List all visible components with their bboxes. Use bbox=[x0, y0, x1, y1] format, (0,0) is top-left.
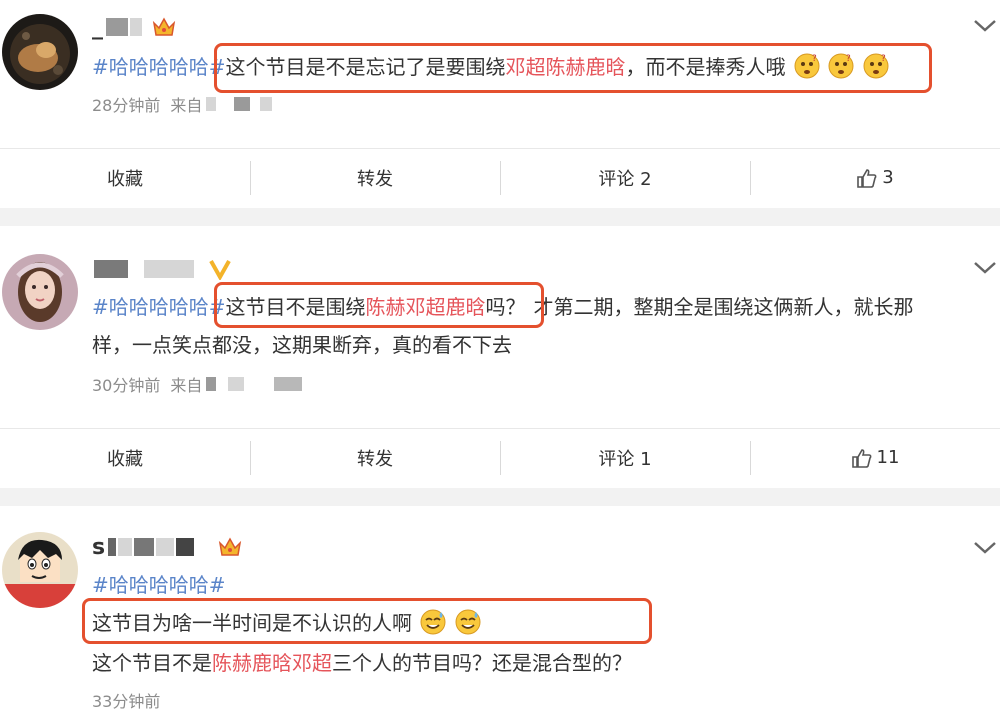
crown-icon bbox=[218, 537, 242, 556]
redacted-name bbox=[134, 538, 155, 556]
redacted-source bbox=[234, 97, 251, 111]
post-meta: 28分钟前 来自 bbox=[92, 92, 273, 116]
comment-text-line2: 这个节目不是陈赫鹿晗邓超三个人的节目吗？还是混合型的？ bbox=[92, 651, 632, 675]
user-row: _ bbox=[92, 12, 176, 42]
redacted-source bbox=[274, 377, 303, 391]
redacted-name bbox=[94, 260, 128, 278]
redacted-name bbox=[156, 538, 175, 556]
crown-icon bbox=[152, 17, 176, 36]
redacted-name bbox=[106, 18, 128, 36]
comment-button[interactable]: 评论 1 bbox=[500, 429, 750, 486]
user-name[interactable]: _ bbox=[92, 15, 104, 40]
post-source: 来自 bbox=[170, 96, 203, 115]
chevron-down-icon[interactable] bbox=[972, 18, 998, 34]
avatar[interactable] bbox=[2, 14, 78, 90]
thumbs-up-icon bbox=[857, 168, 877, 188]
comment-post-2: #哈哈哈哈哈#这节目不是围绕陈赫邓超鹿晗吗？ 才第二期，整期全是围绕这俩新人，就长… bbox=[0, 226, 1000, 488]
annotation-box bbox=[214, 43, 932, 93]
redacted-name bbox=[130, 18, 142, 36]
like-button[interactable]: 11 bbox=[750, 429, 1000, 486]
comment-button[interactable]: 评论 2 bbox=[500, 149, 750, 206]
post-meta: 33分钟前 bbox=[92, 688, 160, 712]
redacted-source bbox=[260, 97, 273, 111]
avatar[interactable] bbox=[2, 532, 78, 608]
user-row bbox=[92, 254, 232, 284]
like-button[interactable]: 3 bbox=[750, 149, 1000, 206]
annotation-box bbox=[214, 282, 544, 328]
favorite-button[interactable]: 收藏 bbox=[0, 429, 250, 486]
repost-button[interactable]: 转发 bbox=[250, 429, 500, 486]
chevron-down-icon[interactable] bbox=[972, 260, 998, 276]
redacted-source bbox=[228, 377, 245, 391]
redacted-name bbox=[118, 538, 133, 556]
v-badge-icon bbox=[209, 260, 231, 280]
redacted-source bbox=[206, 97, 217, 111]
user-name[interactable]: s bbox=[92, 535, 106, 560]
comment-post-3: s #哈哈哈哈哈# 这节目为啥一半时间是不认识的人啊 这个节目不是陈赫鹿晗邓超三… bbox=[0, 506, 1000, 714]
hashtag-link[interactable]: #哈哈哈哈哈# bbox=[92, 573, 226, 597]
annotation-box bbox=[82, 598, 652, 644]
redacted-name bbox=[108, 538, 117, 556]
action-bar: 收藏 转发 评论 2 3 bbox=[0, 148, 1000, 206]
chevron-down-icon[interactable] bbox=[972, 540, 998, 556]
post-source: 来自 bbox=[170, 376, 203, 395]
highlighted-names: 陈赫鹿晗邓超 bbox=[212, 651, 332, 675]
post-time: 33分钟前 bbox=[92, 692, 161, 711]
post-separator bbox=[0, 488, 1000, 506]
comment-post-1: _ #哈哈哈哈哈#这个节目是不是忘记了是要围绕邓超陈赫鹿晗，而不是捧秀人哦 ? … bbox=[0, 0, 1000, 208]
thumbs-up-icon bbox=[851, 448, 871, 468]
avatar[interactable] bbox=[2, 254, 78, 330]
hashtag-link[interactable]: #哈哈哈哈哈# bbox=[92, 295, 226, 319]
post-meta: 30分钟前 来自 bbox=[92, 372, 303, 396]
user-row: s bbox=[92, 532, 242, 562]
redacted-name bbox=[176, 538, 195, 556]
post-time: 28分钟前 bbox=[92, 96, 161, 115]
post-separator bbox=[0, 208, 1000, 226]
repost-button[interactable]: 转发 bbox=[250, 149, 500, 206]
redacted-name bbox=[144, 260, 194, 278]
post-time: 30分钟前 bbox=[92, 376, 161, 395]
action-bar: 收藏 转发 评论 1 11 bbox=[0, 428, 1000, 486]
hashtag-link[interactable]: #哈哈哈哈哈# bbox=[92, 55, 226, 79]
redacted-source bbox=[206, 377, 217, 391]
favorite-button[interactable]: 收藏 bbox=[0, 149, 250, 206]
